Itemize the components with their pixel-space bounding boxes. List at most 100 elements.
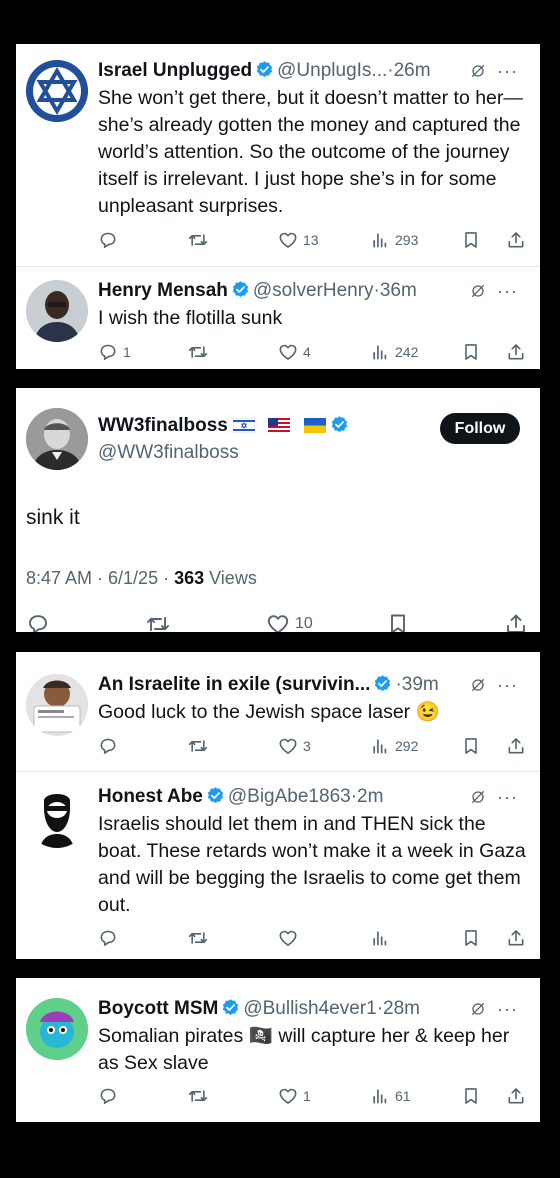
bookmark-button[interactable]	[461, 340, 481, 364]
handle[interactable]: @BigAbe1863	[228, 786, 351, 807]
like-button[interactable]: 3	[278, 734, 311, 758]
tweet-text: Good luck to the Jewish space laser 😉	[98, 701, 440, 723]
tweet-header: Israel Unplugged @UnplugIs...·26m ···	[98, 58, 530, 84]
timestamp[interactable]: 36m	[380, 280, 417, 301]
more-options-icon[interactable]: ···	[497, 58, 518, 84]
reply-icon	[98, 230, 118, 250]
bookmark-button[interactable]	[461, 1084, 481, 1108]
tweet-meta: 8:47 AM · 6/1/25 · 363 Views	[26, 568, 257, 589]
like-count: 13	[303, 232, 319, 248]
reply-tweet[interactable]: An Israelite in exile (survivin... ·39m ·…	[16, 672, 540, 772]
tweet-text: She won’t get there, but it doesn’t matt…	[98, 87, 523, 217]
handle[interactable]: @solverHenry	[253, 280, 374, 301]
grok-icon[interactable]	[470, 677, 486, 693]
retweet-button[interactable]	[188, 228, 213, 252]
avatar[interactable]	[26, 674, 88, 736]
bookmark-button[interactable]	[461, 926, 481, 950]
retweet-button[interactable]	[188, 340, 213, 364]
views-button[interactable]: 242	[370, 340, 418, 364]
more-options-icon[interactable]: ···	[497, 672, 518, 698]
grok-icon[interactable]	[470, 789, 486, 805]
share-button[interactable]	[506, 228, 526, 252]
bookmark-button[interactable]	[461, 228, 481, 252]
avatar[interactable]	[26, 280, 88, 342]
heart-icon	[266, 612, 290, 632]
usa-flag-icon	[268, 418, 291, 433]
avatar[interactable]	[26, 786, 88, 848]
share-button[interactable]	[504, 612, 528, 632]
display-name[interactable]: Boycott MSM	[98, 998, 218, 1019]
action-bar: 1 61	[98, 1084, 528, 1108]
display-name[interactable]: Henry Mensah	[98, 280, 228, 301]
action-bar	[98, 926, 528, 950]
reply-panel-3: Boycott MSM @Bullish4ever1·28m ··· Somali…	[16, 978, 540, 1122]
timestamp[interactable]: 26m	[394, 60, 431, 81]
like-button[interactable]: 1	[278, 1084, 311, 1108]
like-count: 4	[303, 344, 311, 360]
heart-icon	[278, 928, 298, 948]
lincoln-silhouette-icon	[26, 786, 88, 848]
like-button[interactable]: 13	[278, 228, 319, 252]
reply-button[interactable]	[98, 926, 123, 950]
display-name[interactable]: Honest Abe	[98, 786, 203, 807]
avatar[interactable]	[26, 998, 88, 1060]
like-button[interactable]: 10	[266, 612, 313, 632]
avatar[interactable]	[26, 60, 88, 122]
reply-tweet[interactable]: Honest Abe @BigAbe1863·2m ··· Israelis sh…	[16, 784, 540, 954]
more-options-icon[interactable]: ···	[497, 784, 518, 810]
verified-badge-icon	[330, 415, 349, 434]
reply-tweet[interactable]: Henry Mensah @solverHenry·36m ··· I wish …	[16, 278, 540, 368]
tweet-header: Boycott MSM @Bullish4ever1·28m ···	[98, 996, 530, 1022]
reply-tweet[interactable]: Israel Unplugged @UnplugIs...·26m ··· She…	[16, 58, 540, 268]
timestamp[interactable]: 28m	[383, 998, 420, 1019]
bookmark-button[interactable]	[461, 734, 481, 758]
display-name[interactable]: Israel Unplugged	[98, 60, 252, 81]
bookmark-icon	[461, 1086, 481, 1106]
reply-button[interactable]: 1	[98, 340, 131, 364]
share-button[interactable]	[506, 734, 526, 758]
reply-button[interactable]	[98, 228, 123, 252]
reply-button[interactable]	[26, 612, 50, 632]
display-name[interactable]: WW3finalboss	[98, 415, 228, 436]
like-button[interactable]	[278, 926, 303, 950]
like-button[interactable]: 4	[278, 340, 311, 364]
retweet-button[interactable]	[188, 1084, 213, 1108]
share-icon	[506, 928, 526, 948]
grok-icon[interactable]	[470, 283, 486, 299]
bookmark-icon	[386, 612, 410, 632]
timestamp[interactable]: 2m	[357, 786, 383, 807]
verified-badge-icon	[231, 280, 250, 299]
like-count: 1	[303, 1088, 311, 1104]
share-button[interactable]	[506, 340, 526, 364]
share-button[interactable]	[506, 926, 526, 950]
views-button[interactable]: 292	[370, 734, 418, 758]
retweet-button[interactable]	[188, 926, 213, 950]
like-count: 3	[303, 738, 311, 754]
share-button[interactable]	[506, 1084, 526, 1108]
reply-panel-1: Israel Unplugged @UnplugIs...·26m ··· She…	[16, 44, 540, 369]
reply-button[interactable]	[98, 734, 123, 758]
more-options-icon[interactable]: ···	[497, 996, 518, 1022]
israel-flag-icon	[233, 418, 256, 433]
reply-tweet[interactable]: Boycott MSM @Bullish4ever1·28m ··· Somali…	[16, 996, 540, 1121]
handle[interactable]: @Bullish4ever1	[243, 998, 376, 1019]
views-button[interactable]: 61	[370, 1084, 411, 1108]
views-button[interactable]: 293	[370, 228, 418, 252]
follow-button[interactable]: Follow	[440, 413, 520, 444]
reply-button[interactable]	[98, 1084, 123, 1108]
bookmark-button[interactable]	[386, 612, 410, 632]
display-name[interactable]: An Israelite in exile (survivin...	[98, 674, 370, 695]
retweet-button[interactable]	[188, 734, 213, 758]
divider	[16, 771, 540, 772]
handle[interactable]: @UnplugIs...	[277, 60, 387, 81]
grok-icon[interactable]	[470, 63, 486, 79]
post-timestamp[interactable]: 8:47 AM · 6/1/25 ·	[26, 568, 174, 588]
retweet-icon	[188, 230, 208, 250]
avatar[interactable]	[26, 408, 88, 470]
more-options-icon[interactable]: ···	[497, 278, 518, 304]
timestamp[interactable]: 39m	[402, 674, 439, 695]
handle[interactable]: @WW3finalboss	[98, 442, 239, 464]
grok-icon[interactable]	[470, 1001, 486, 1017]
retweet-button[interactable]	[146, 612, 170, 632]
views-button[interactable]	[370, 926, 395, 950]
